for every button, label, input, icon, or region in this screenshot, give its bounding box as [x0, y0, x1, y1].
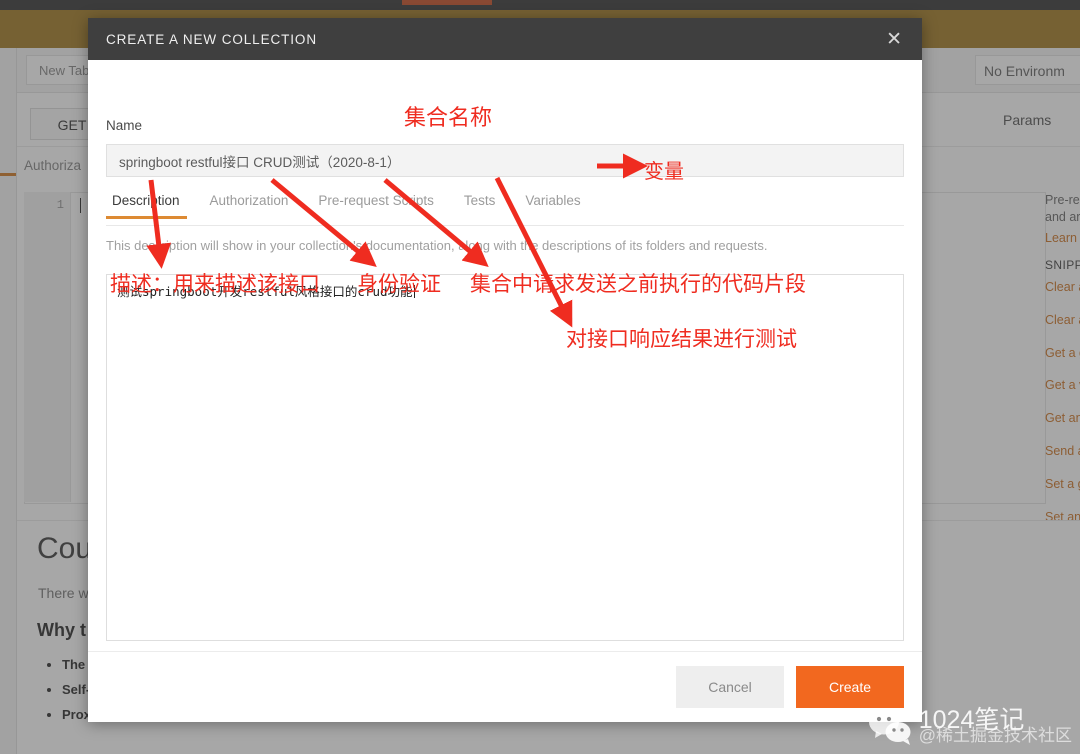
description-text-value: 测试springboot开发restful风格接口的crud功能 — [117, 283, 893, 301]
tab-variables[interactable]: Variables — [510, 193, 595, 218]
cancel-button[interactable]: Cancel — [676, 666, 784, 708]
collection-name-input[interactable] — [106, 144, 904, 177]
modal-body: Name Description Authorization Pre-reque… — [88, 60, 922, 651]
tab-authorization[interactable]: Authorization — [195, 193, 304, 218]
description-textarea[interactable]: 测试springboot开发restful风格接口的crud功能 — [106, 274, 904, 641]
tab-tests[interactable]: Tests — [449, 193, 511, 218]
name-field-label: Name — [106, 118, 142, 133]
create-collection-modal: CREATE A NEW COLLECTION ✕ Name Descripti… — [88, 18, 922, 722]
modal-title: CREATE A NEW COLLECTION — [106, 32, 317, 47]
tab-pre-request-scripts[interactable]: Pre-request Scripts — [303, 193, 449, 218]
tab-description[interactable]: Description — [106, 193, 195, 218]
watermark: 1024笔记 @稀土掘金技术社区 — [867, 706, 1072, 746]
description-helper-text: This description will show in your colle… — [106, 238, 767, 253]
create-button[interactable]: Create — [796, 666, 904, 708]
watermark-sub-text: @稀土掘金技术社区 — [919, 727, 1072, 745]
close-icon[interactable]: ✕ — [882, 28, 906, 51]
wechat-icon — [867, 706, 913, 746]
modal-header: CREATE A NEW COLLECTION ✕ — [88, 18, 922, 60]
modal-footer: Cancel Create — [88, 651, 922, 722]
modal-tab-bar: Description Authorization Pre-request Sc… — [106, 193, 904, 226]
